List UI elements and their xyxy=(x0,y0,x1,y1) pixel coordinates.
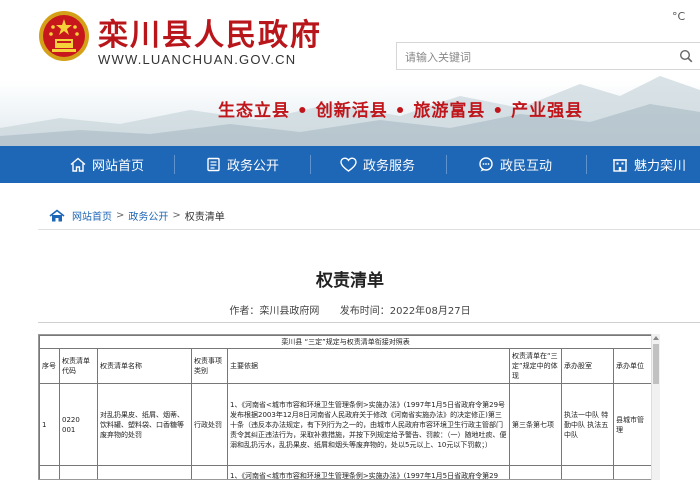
table-header: 承办股室 xyxy=(561,348,614,384)
table-cell-name xyxy=(97,465,192,479)
nav-item-gov-services[interactable]: 政务服务 xyxy=(340,146,415,183)
table-header: 权责事项类别 xyxy=(191,348,228,384)
scroll-up-arrow-icon[interactable] xyxy=(653,336,659,340)
table-cell-basis: 1、《河南省<城市市容和环境卫生管理条例>实施办法》(1997年1月5日省政府令… xyxy=(227,383,510,466)
table-cell-unit xyxy=(612,465,653,479)
search-input[interactable] xyxy=(397,43,667,71)
article-meta: 作者：栾川县政府网 发布时间：2022年08月27日 xyxy=(0,302,700,317)
breadcrumb: 网站首页 > 政务公开 > 权责清单 xyxy=(48,208,225,223)
divider xyxy=(38,322,700,323)
table-caption-row: 栾川县 “三定”规定与权责清单衔接对照表 xyxy=(39,335,653,349)
chat-icon xyxy=(479,157,493,172)
document-scrollbar[interactable] xyxy=(651,334,660,480)
table-cell-reflection: 第三条第七项 xyxy=(509,383,562,466)
table-header: 序号 xyxy=(39,348,60,384)
table-row: 1、《河南省<城市市容和环境卫生管理条例>实施办法》(1997年1月5日省政府令… xyxy=(39,465,653,479)
breadcrumb-separator: > xyxy=(116,210,125,221)
nav-label: 政民互动 xyxy=(500,159,553,174)
nav-label: 政务公开 xyxy=(227,159,280,174)
breadcrumb-home[interactable]: 网站首页 xyxy=(72,208,112,223)
responsibility-table: 栾川县 “三定”规定与权责清单衔接对照表 序号 权责清单代码 权责清单名称 权责… xyxy=(39,335,653,479)
article-author: 作者：栾川县政府网 xyxy=(229,306,320,317)
site-title[interactable]: 栾川县人民政府 xyxy=(98,10,322,54)
table-caption: 栾川县 “三定”规定与权责清单衔接对照表 xyxy=(39,335,653,349)
table-header: 主要依据 xyxy=(227,348,510,384)
table-cell-dept: 执法一中队 特勤中队 执法五中队 xyxy=(561,383,614,466)
document-icon xyxy=(207,157,220,172)
heart-icon xyxy=(340,157,357,172)
home-icon xyxy=(49,208,65,221)
site-header: 栾川县人民政府 WWW.LUANCHUAN.GOV.CN °C 生态立县 • 创… xyxy=(0,0,700,146)
table-cell-basis: 1、《河南省<城市市容和环境卫生管理条例>实施办法》(1997年1月5日省政府令… xyxy=(227,465,510,479)
site-url: WWW.LUANCHUAN.GOV.CN xyxy=(98,52,297,67)
table-header-row: 序号 权责清单代码 权责清单名称 权责事项类别 主要依据 权责清单在“三定”规定… xyxy=(39,348,653,384)
divider xyxy=(38,229,700,230)
table-header: 权责清单在“三定”规定中的体现 xyxy=(509,348,562,384)
search-icon xyxy=(679,49,693,63)
search-box xyxy=(396,42,700,71)
slogan: 生态立县 • 创新活县 • 旅游富县 • 产业强县 xyxy=(218,101,584,121)
breadcrumb-current: 权责清单 xyxy=(184,212,225,223)
scroll-thumb[interactable] xyxy=(653,344,659,384)
table-header: 权责清单名称 xyxy=(97,348,192,384)
nav-divider xyxy=(446,155,447,174)
nav-item-gov-affairs[interactable]: 政务公开 xyxy=(206,146,279,183)
nav-label: 魅力栾川 xyxy=(634,159,687,174)
table-cell-type: 行政处罚 xyxy=(191,383,228,466)
home-icon xyxy=(70,157,86,172)
main-nav: 网站首页 政务公开 政务服务 政民互动 魅力栾川 xyxy=(0,146,700,183)
table-cell-unit: 县城市管理 xyxy=(612,383,653,466)
table-cell-code xyxy=(59,465,98,479)
breadcrumb-gov-affairs[interactable]: 政务公开 xyxy=(128,208,168,223)
nav-label: 政务服务 xyxy=(363,159,416,174)
nav-item-charm[interactable]: 魅力栾川 xyxy=(612,146,686,183)
table-cell-no xyxy=(39,465,60,479)
document-viewer[interactable]: 栾川县 “三定”规定与权责清单衔接对照表 序号 权责清单代码 权责清单名称 权责… xyxy=(38,334,660,480)
table-cell-dept xyxy=(561,465,614,479)
breadcrumb-separator: > xyxy=(172,210,181,221)
nav-divider xyxy=(310,155,311,174)
table-header: 权责清单代码 xyxy=(59,348,98,384)
table-cell-code: 0220 001 xyxy=(59,383,98,466)
nav-item-home[interactable]: 网站首页 xyxy=(70,146,144,183)
nav-divider xyxy=(586,155,587,174)
table-row: 1 0220 001 对乱扔果皮、纸屑、烟蒂、饮料罐、塑料袋、口香糖等废弃物的处… xyxy=(39,383,653,466)
page-title: 权责清单 xyxy=(316,271,384,291)
nav-divider xyxy=(174,155,175,174)
table-cell-name: 对乱扔果皮、纸屑、烟蒂、饮料罐、塑料袋、口香糖等废弃物的处罚 xyxy=(97,383,192,466)
table-cell-type xyxy=(191,465,228,479)
building-icon xyxy=(613,159,627,172)
nav-item-interaction[interactable]: 政民互动 xyxy=(478,146,552,183)
article-publish-time: 发布时间：2022年08月27日 xyxy=(339,306,471,317)
table-cell-reflection xyxy=(509,465,562,479)
table-cell-no: 1 xyxy=(39,383,60,466)
table-header: 承办单位 xyxy=(612,348,653,384)
nav-label: 网站首页 xyxy=(92,159,145,174)
search-button[interactable] xyxy=(672,43,700,69)
weather-readout: °C xyxy=(672,10,686,23)
national-emblem-icon xyxy=(39,11,89,61)
